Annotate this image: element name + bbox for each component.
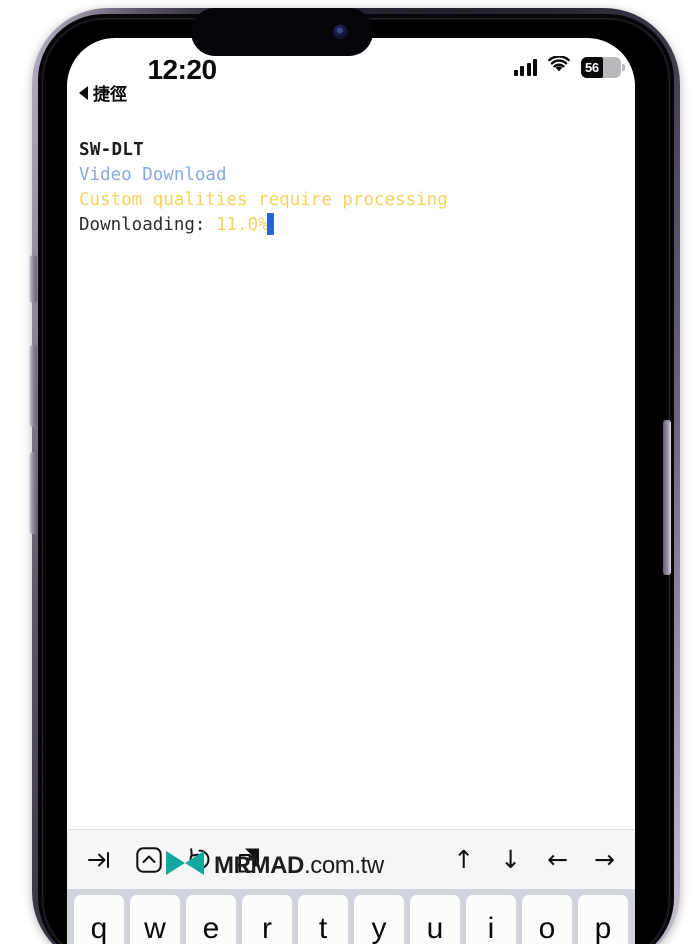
key-e[interactable]: e bbox=[186, 895, 236, 944]
terminal-subtitle: Video Download bbox=[79, 165, 227, 185]
control-key-icon[interactable] bbox=[135, 846, 163, 874]
key-i[interactable]: i bbox=[466, 895, 516, 944]
action-button[interactable] bbox=[30, 255, 37, 303]
terminal-progress-value: 11.0% bbox=[215, 215, 269, 235]
battery-percent: 56 bbox=[585, 59, 599, 75]
watermark-brand: MRMAD bbox=[214, 851, 304, 879]
watermark-text: MRMAD.com.tw bbox=[214, 852, 384, 880]
back-triangle-icon bbox=[79, 85, 88, 100]
phone-screen: 12:20 捷徑 56 SW-DLT Video Download Custom… bbox=[67, 38, 635, 944]
key-t[interactable]: t bbox=[298, 895, 348, 944]
status-bar-time: 12:20 bbox=[147, 54, 217, 85]
terminal-output[interactable]: SW-DLT Video Download Custom qualities r… bbox=[67, 130, 635, 810]
front-camera-icon bbox=[333, 24, 348, 40]
mrmad-logo-icon bbox=[165, 849, 205, 882]
keyboard-row-1: qwertyuiop bbox=[67, 895, 635, 944]
watermark-suffix: .com.tw bbox=[303, 851, 384, 879]
arrow-up-icon[interactable]: ↑ bbox=[453, 847, 474, 872]
dynamic-island bbox=[191, 8, 373, 56]
key-q[interactable]: q bbox=[74, 895, 124, 944]
key-p[interactable]: p bbox=[578, 895, 628, 944]
arrow-down-icon[interactable]: ↓ bbox=[500, 847, 521, 872]
key-r[interactable]: r bbox=[242, 895, 292, 944]
wifi-icon bbox=[548, 55, 570, 78]
volume-up-button[interactable] bbox=[30, 345, 37, 427]
onscreen-keyboard: qwertyuiop bbox=[67, 889, 635, 944]
terminal-cursor bbox=[266, 213, 274, 235]
terminal-notice: Custom qualities require processing bbox=[79, 190, 448, 210]
key-y[interactable]: y bbox=[354, 895, 404, 944]
back-to-shortcuts-button[interactable]: 捷徑 bbox=[79, 80, 127, 105]
toolbar-arrow-group: ↑ ↓ ← → bbox=[453, 847, 615, 872]
battery-icon: 56 bbox=[581, 56, 625, 78]
power-button[interactable] bbox=[663, 420, 670, 575]
terminal-title: SW-DLT bbox=[79, 140, 145, 160]
tab-key-icon[interactable] bbox=[85, 846, 113, 874]
volume-down-button[interactable] bbox=[30, 452, 37, 534]
back-label: 捷徑 bbox=[93, 85, 127, 104]
terminal-status-label: Downloading: bbox=[79, 215, 216, 235]
key-w[interactable]: w bbox=[130, 895, 180, 944]
status-bar-indicators: 56 bbox=[513, 55, 625, 78]
arrow-left-icon[interactable]: ← bbox=[547, 847, 568, 872]
cellular-signal-icon bbox=[513, 58, 537, 76]
screenshot-root: 12:20 捷徑 56 SW-DLT Video Download Custom… bbox=[0, 0, 700, 944]
arrow-right-icon[interactable]: → bbox=[594, 847, 615, 872]
key-u[interactable]: u bbox=[410, 895, 460, 944]
site-watermark: MRMAD.com.tw bbox=[165, 849, 384, 882]
key-o[interactable]: o bbox=[522, 895, 572, 944]
